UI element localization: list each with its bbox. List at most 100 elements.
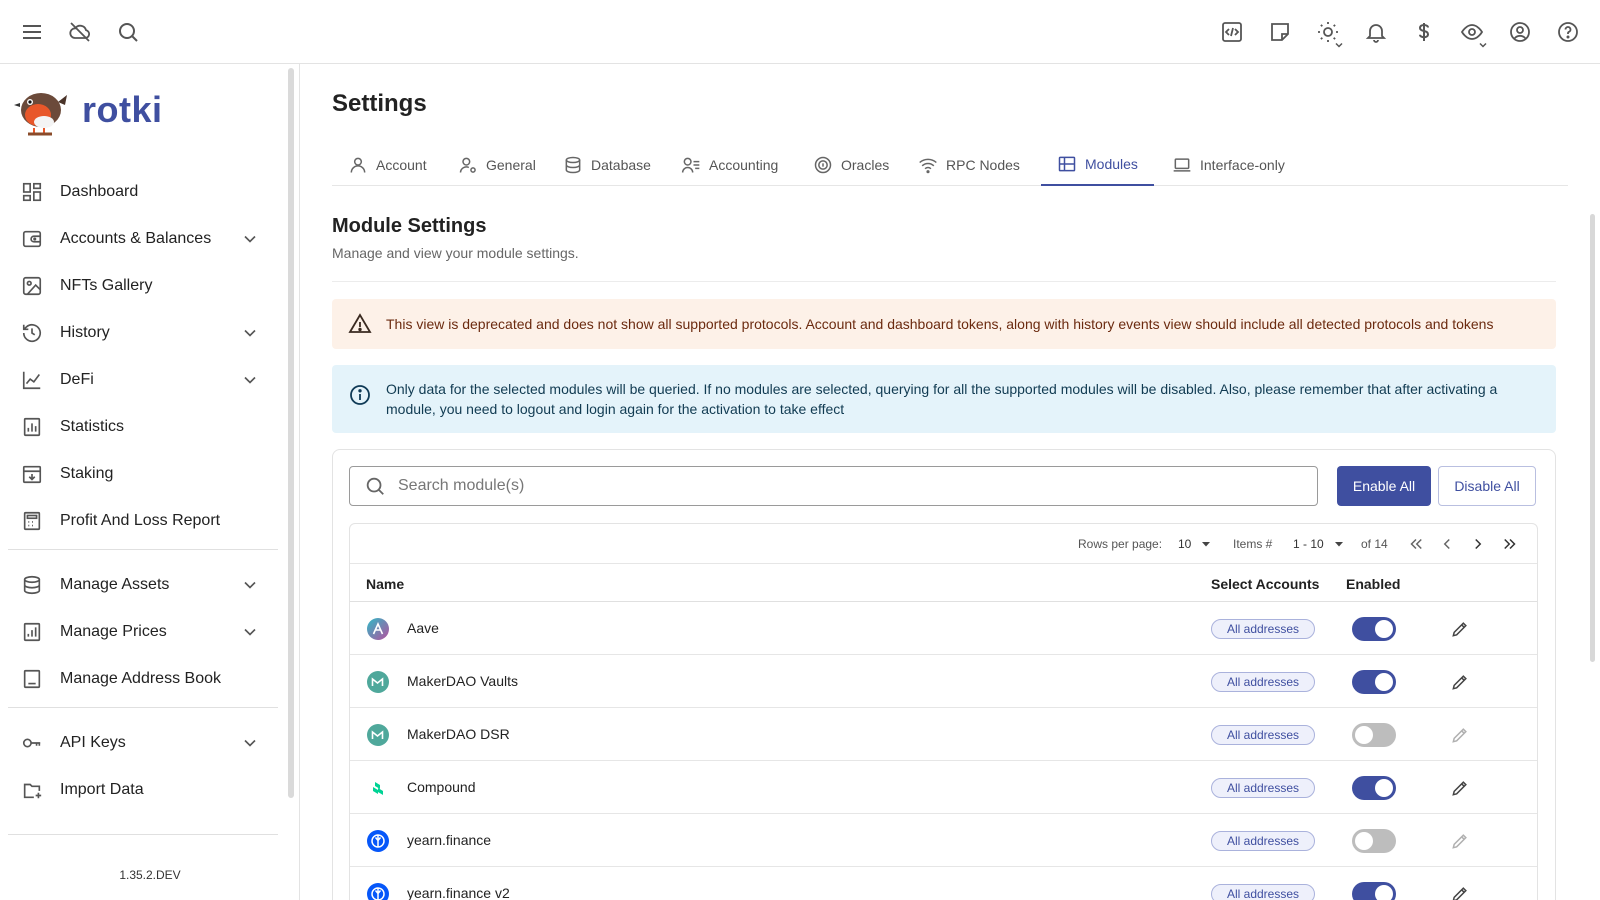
- last-page-icon[interactable]: [1499, 533, 1521, 555]
- menu-icon[interactable]: [12, 12, 52, 52]
- accounts-chip[interactable]: All addresses: [1211, 672, 1315, 692]
- accounts-chip[interactable]: All addresses: [1211, 884, 1315, 900]
- tab-rpc-nodes[interactable]: RPC Nodes: [902, 144, 1036, 186]
- module-name: yearn.finance: [407, 832, 492, 848]
- chevron-down-icon[interactable]: [240, 575, 260, 595]
- sidebar-item-label: Statistics: [60, 418, 125, 435]
- search-icon[interactable]: [108, 12, 148, 52]
- sidebar-item-manage-assets[interactable]: Manage Assets: [20, 565, 268, 605]
- disable-all-button[interactable]: Disable All: [1438, 466, 1536, 506]
- module-name: Compound: [407, 779, 476, 795]
- chevron-down-icon[interactable]: [240, 323, 260, 343]
- sun-icon[interactable]: [1308, 12, 1348, 52]
- items-range-select[interactable]: 1 - 10: [1293, 532, 1344, 556]
- edit-icon[interactable]: [1450, 778, 1470, 798]
- enabled-toggle[interactable]: [1352, 617, 1396, 641]
- tab-interface-only[interactable]: Interface-only: [1156, 144, 1301, 186]
- sidebar-divider: [8, 707, 278, 708]
- sidebar-item-accounts-balances[interactable]: Accounts & Balances: [20, 219, 268, 259]
- sidebar-item-label: History: [60, 324, 110, 341]
- sidebar-item-defi[interactable]: DeFi: [20, 360, 268, 400]
- edit-icon[interactable]: [1450, 884, 1470, 900]
- app-logo[interactable]: rotki: [14, 84, 163, 136]
- tab-label: RPC Nodes: [946, 157, 1020, 173]
- accounts-chip[interactable]: All addresses: [1211, 831, 1315, 851]
- sidebar-item-api-keys[interactable]: API Keys: [20, 723, 268, 763]
- enable-all-button[interactable]: Enable All: [1337, 466, 1431, 506]
- accounting-icon: [681, 157, 700, 173]
- accounts-chip[interactable]: All addresses: [1211, 778, 1315, 798]
- chevron-down-icon[interactable]: [240, 733, 260, 753]
- tab-general[interactable]: General: [442, 144, 552, 186]
- tab-modules[interactable]: Modules: [1041, 144, 1154, 186]
- edit-icon[interactable]: [1450, 619, 1470, 639]
- enabled-toggle[interactable]: [1352, 776, 1396, 800]
- makerdao-icon: [367, 724, 389, 746]
- accounts-chip[interactable]: All addresses: [1211, 619, 1315, 639]
- table-row: yearn.finance All addresses: [350, 814, 1537, 867]
- sidebar-item-import-data[interactable]: Import Data: [20, 770, 268, 810]
- tab-label: Database: [591, 157, 651, 173]
- modules-table: Rows per page: 10 Items # 1 - 10 of 14 N…: [349, 523, 1538, 900]
- tab-database[interactable]: Database: [547, 144, 667, 186]
- edit-icon[interactable]: [1450, 725, 1470, 745]
- edit-icon[interactable]: [1450, 672, 1470, 692]
- enabled-toggle[interactable]: [1352, 670, 1396, 694]
- chevron-down-icon[interactable]: [240, 229, 260, 249]
- sidebar-item-statistics[interactable]: Statistics: [20, 407, 268, 447]
- enabled-toggle[interactable]: [1352, 829, 1396, 853]
- account-icon[interactable]: [1500, 12, 1540, 52]
- tab-oracles[interactable]: Oracles: [797, 144, 905, 186]
- user-icon: [350, 157, 366, 173]
- key-icon: [20, 731, 44, 755]
- search-input[interactable]: [398, 477, 1298, 495]
- chevron-down-icon[interactable]: [240, 622, 260, 642]
- sidebar-item-label: Manage Address Book: [60, 670, 221, 687]
- sidebar-item-label: API Keys: [60, 734, 126, 751]
- code-icon[interactable]: [1212, 12, 1252, 52]
- oracle-icon: [814, 156, 832, 174]
- sidebar-divider: [8, 834, 278, 835]
- yearn-icon: [367, 883, 389, 900]
- aave-icon: [367, 618, 389, 640]
- line-chart-icon: [20, 368, 44, 392]
- enabled-toggle[interactable]: [1352, 882, 1396, 900]
- previous-page-icon[interactable]: [1436, 533, 1458, 555]
- help-icon[interactable]: [1548, 12, 1588, 52]
- first-page-icon[interactable]: [1405, 533, 1427, 555]
- table-row: yearn.finance v2 All addresses: [350, 867, 1537, 900]
- sidebar-item-profit-loss-report[interactable]: Profit And Loss Report: [20, 501, 268, 541]
- deprecation-warning: This view is deprecated and does not sho…: [332, 299, 1556, 349]
- accounts-chip[interactable]: All addresses: [1211, 725, 1315, 745]
- search-field[interactable]: [349, 466, 1318, 506]
- items-label: Items #: [1233, 537, 1273, 551]
- bell-icon[interactable]: [1356, 12, 1396, 52]
- sidebar-item-staking[interactable]: Staking: [20, 454, 268, 494]
- enabled-toggle[interactable]: [1352, 723, 1396, 747]
- tab-label: Accounting: [709, 157, 779, 173]
- sidebar-item-dashboard[interactable]: Dashboard: [20, 172, 268, 212]
- rows-per-page-select[interactable]: 10: [1178, 532, 1211, 556]
- rows-per-page-value: 10: [1178, 537, 1192, 551]
- sidebar-item-nfts-gallery[interactable]: NFTs Gallery: [20, 266, 268, 306]
- tab-account[interactable]: Account: [332, 144, 443, 186]
- column-name[interactable]: Name: [366, 576, 404, 592]
- sidebar-scrollbar[interactable]: [288, 68, 294, 798]
- chevron-down-icon: [1335, 42, 1343, 48]
- tab-accounting[interactable]: Accounting: [665, 144, 794, 186]
- dollar-icon[interactable]: [1404, 12, 1444, 52]
- sidebar-item-manage-address-book[interactable]: Manage Address Book: [20, 659, 268, 699]
- tab-label: Modules: [1085, 156, 1138, 172]
- cloud-off-icon[interactable]: [60, 12, 100, 52]
- items-total: of 14: [1361, 537, 1388, 551]
- price-chart-icon: [20, 620, 44, 644]
- page-scrollbar[interactable]: [1590, 214, 1595, 662]
- yearn-icon: [367, 830, 389, 852]
- sidebar-item-manage-prices[interactable]: Manage Prices: [20, 612, 268, 652]
- next-page-icon[interactable]: [1467, 533, 1489, 555]
- edit-icon[interactable]: [1450, 831, 1470, 851]
- sidebar-item-history[interactable]: History: [20, 313, 268, 353]
- eye-icon[interactable]: [1452, 12, 1492, 52]
- chevron-down-icon[interactable]: [240, 370, 260, 390]
- note-icon[interactable]: [1260, 12, 1300, 52]
